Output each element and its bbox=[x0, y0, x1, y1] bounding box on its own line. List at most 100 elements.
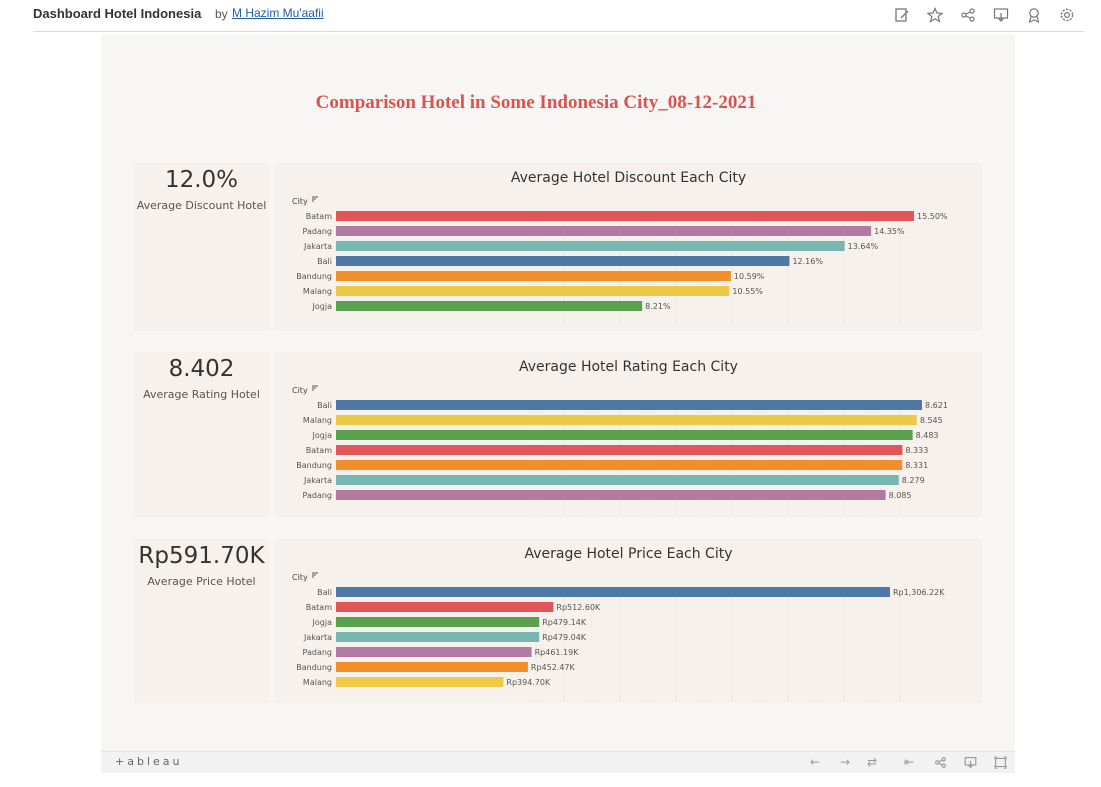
discount-tick-label: Bali bbox=[317, 257, 332, 266]
price-value-label: Rp452.47K bbox=[531, 663, 576, 672]
price-chart-svg: City Bali Rp1,306.22K Batam Rp512.60K Jogja Rp… bbox=[292, 572, 945, 702]
share-icon[interactable] bbox=[931, 753, 949, 771]
discount-value-label: 12.16% bbox=[792, 257, 823, 266]
rating-bar-jakarta[interactable] bbox=[336, 475, 899, 485]
rating-tick-label: Bandung bbox=[296, 461, 332, 470]
discount-tick-label: Jogja bbox=[312, 302, 333, 311]
rating-tick-label: Malang bbox=[303, 416, 332, 425]
rating-value-label: 8.331 bbox=[905, 461, 928, 470]
price-value-label: Rp1,306.22K bbox=[893, 588, 945, 597]
badge-icon[interactable] bbox=[1024, 5, 1044, 25]
price-bar-padang[interactable] bbox=[336, 647, 532, 657]
kpi-rating-label: Average Rating Hotel bbox=[143, 388, 260, 401]
discount-tick-label: Jakarta bbox=[303, 242, 332, 251]
discount-bar-jogja[interactable] bbox=[336, 301, 643, 311]
author-link[interactable]: M Hazim Mu'aafii bbox=[232, 6, 324, 20]
rating-value-label: 8.333 bbox=[905, 446, 928, 455]
rating-tick-label: Batam bbox=[306, 446, 332, 455]
discount-bar-padang[interactable] bbox=[336, 226, 872, 236]
edit-icon[interactable] bbox=[892, 5, 912, 25]
price-chart[interactable]: City Bali Rp1,306.22K Batam Rp512.60K Jogja Rp… bbox=[275, 539, 982, 703]
rating-bar-bali[interactable] bbox=[336, 400, 922, 410]
bottom-toolbar: +ableau ← → ⇄ ⇤ bbox=[101, 751, 1015, 773]
discount-value-label: 10.59% bbox=[734, 272, 765, 281]
by-label: by bbox=[215, 7, 228, 21]
rating-bar-batam[interactable] bbox=[336, 445, 903, 455]
price-tick-label: Batam bbox=[306, 603, 332, 612]
kpi-discount[interactable]: 12.0% Average Discount Hotel bbox=[134, 163, 269, 331]
workbook-title: Dashboard Hotel Indonesia bbox=[33, 6, 202, 21]
kpi-price-label: Average Price Hotel bbox=[147, 575, 256, 588]
discount-bar-batam[interactable] bbox=[336, 211, 914, 221]
discount-value-label: 13.64% bbox=[848, 242, 879, 251]
rating-value-label: 8.545 bbox=[920, 416, 943, 425]
discount-sort-icon[interactable] bbox=[312, 196, 318, 202]
undo-icon[interactable]: ← bbox=[806, 753, 824, 771]
price-bar-jogja[interactable] bbox=[336, 617, 540, 627]
discount-bar-jakarta[interactable] bbox=[336, 241, 845, 251]
discount-bar-bandung[interactable] bbox=[336, 271, 731, 281]
rating-chart[interactable]: City Bali 8.621 Malang 8.545 Jogja 8.483 Batam 8… bbox=[275, 352, 982, 517]
download-icon[interactable] bbox=[961, 753, 979, 771]
download-icon[interactable] bbox=[991, 5, 1011, 25]
discount-tick-label: Bandung bbox=[296, 272, 332, 281]
price-city-header[interactable]: City bbox=[292, 573, 308, 582]
fullscreen-icon[interactable] bbox=[991, 753, 1009, 771]
star-icon[interactable] bbox=[925, 5, 945, 25]
dashboard-canvas: Comparison Hotel in Some Indonesia City_… bbox=[101, 34, 1015, 751]
rating-tick-label: Bali bbox=[317, 401, 332, 410]
rating-tick-label: Padang bbox=[303, 491, 333, 500]
discount-value-label: 14.35% bbox=[874, 227, 905, 236]
price-value-label: Rp479.04K bbox=[542, 633, 587, 642]
discount-tick-label: Batam bbox=[306, 212, 332, 221]
rating-chart-title: Average Hotel Rating Each City bbox=[519, 359, 738, 375]
rating-tick-label: Jakarta bbox=[303, 476, 332, 485]
top-bar: Dashboard Hotel Indonesia by M Hazim Mu'… bbox=[33, 0, 1084, 32]
kpi-rating[interactable]: 8.402 Average Rating Hotel bbox=[134, 352, 269, 517]
rating-value-label: 8.085 bbox=[889, 491, 912, 500]
rating-chart-svg: City Bali 8.621 Malang 8.545 Jogja 8.483 Batam 8… bbox=[292, 385, 948, 515]
price-value-label: Rp512.60K bbox=[556, 603, 601, 612]
price-tick-label: Bandung bbox=[296, 663, 332, 672]
price-tick-label: Jogja bbox=[312, 618, 333, 627]
rating-bar-bandung[interactable] bbox=[336, 460, 903, 470]
tableau-logo: +ableau bbox=[115, 755, 183, 768]
rating-bar-padang[interactable] bbox=[336, 490, 886, 500]
discount-chart-svg: City Batam 15.50% Padang 14.35% Jakarta 13.64%… bbox=[292, 196, 948, 326]
reset-icon[interactable]: ⇤ bbox=[900, 753, 918, 771]
rating-bar-jogja[interactable] bbox=[336, 430, 913, 440]
revert-icon[interactable]: ⇄ bbox=[863, 753, 881, 771]
price-tick-label: Malang bbox=[303, 678, 332, 687]
discount-city-header[interactable]: City bbox=[292, 197, 308, 206]
kpi-price[interactable]: Rp591.70K Average Price Hotel bbox=[134, 539, 269, 703]
price-bar-bandung[interactable] bbox=[336, 662, 528, 672]
discount-chart[interactable]: City Batam 15.50% Padang 14.35% Jakarta 13.64%… bbox=[275, 163, 982, 331]
rating-tick-label: Jogja bbox=[312, 431, 333, 440]
discount-bar-malang[interactable] bbox=[336, 286, 730, 296]
price-tick-label: Padang bbox=[303, 648, 333, 657]
kpi-discount-value: 12.0% bbox=[164, 167, 239, 193]
price-sort-icon[interactable] bbox=[312, 572, 318, 578]
rating-value-label: 8.621 bbox=[925, 401, 948, 410]
price-value-label: Rp461.19K bbox=[535, 648, 580, 657]
rating-sort-icon[interactable] bbox=[312, 385, 318, 391]
price-bar-jakarta[interactable] bbox=[336, 632, 540, 642]
dashboard-title: Comparison Hotel in Some Indonesia City_… bbox=[315, 92, 757, 113]
kpi-discount-label: Average Discount Hotel bbox=[136, 199, 267, 212]
price-value-label: Rp394.70K bbox=[506, 678, 551, 687]
settings-icon[interactable] bbox=[1057, 5, 1077, 25]
rating-value-label: 8.483 bbox=[916, 431, 939, 440]
rating-bar-malang[interactable] bbox=[336, 415, 917, 425]
price-value-label: Rp479.14K bbox=[542, 618, 587, 627]
price-bar-bali[interactable] bbox=[336, 587, 890, 597]
price-tick-label: Bali bbox=[317, 588, 332, 597]
discount-tick-label: Padang bbox=[303, 227, 333, 236]
price-bar-batam[interactable] bbox=[336, 602, 554, 612]
redo-icon[interactable]: → bbox=[836, 753, 854, 771]
rating-city-header[interactable]: City bbox=[292, 386, 308, 395]
share-icon[interactable] bbox=[958, 5, 978, 25]
discount-value-label: 8.21% bbox=[645, 302, 671, 311]
price-tick-label: Jakarta bbox=[303, 633, 332, 642]
price-bar-malang[interactable] bbox=[336, 677, 504, 687]
discount-bar-bali[interactable] bbox=[336, 256, 790, 266]
